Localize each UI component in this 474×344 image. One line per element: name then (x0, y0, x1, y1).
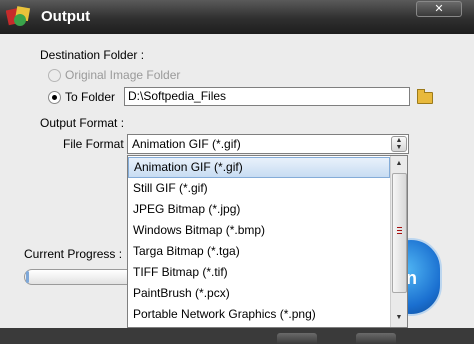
grip-icon (397, 233, 402, 234)
original-folder-radio[interactable] (48, 69, 61, 82)
format-option[interactable]: JPEG Bitmap (*.jpg) (128, 199, 390, 220)
scroll-up-icon[interactable]: ▲ (392, 157, 406, 171)
format-option[interactable]: TIFF Bitmap (*.tif) (128, 262, 390, 283)
progress-fill (26, 271, 29, 283)
format-option[interactable]: PaintBrush (*.pcx) (128, 283, 390, 304)
scroll-down-icon[interactable]: ▼ (392, 311, 406, 325)
to-folder-label: To Folder (65, 90, 116, 104)
format-option[interactable]: Still GIF (*.gif) (128, 178, 390, 199)
close-icon: ✕ (434, 3, 444, 15)
chevron-down-icon[interactable]: ▲ ▼ (391, 136, 407, 152)
folder-icon[interactable] (417, 89, 433, 104)
destination-folder-label: Destination Folder : (40, 48, 145, 62)
app-logo-icon (6, 6, 31, 26)
format-option[interactable]: Portable Network Graphics (*.png) (128, 304, 390, 325)
file-format-value: Animation GIF (*.gif) (132, 137, 241, 151)
scrollbar-thumb[interactable] (392, 173, 407, 293)
format-option[interactable]: Windows Bitmap (*.bmp) (128, 220, 390, 241)
current-progress-label: Current Progress : (24, 247, 123, 261)
grip-icon (397, 227, 402, 228)
close-button[interactable]: ✕ (416, 1, 462, 17)
file-format-dropdown-list: Animation GIF (*.gif) Still GIF (*.gif) … (127, 155, 408, 328)
format-option[interactable]: Animation GIF (*.gif) (128, 157, 390, 178)
output-dialog: Output ✕ Destination Folder : Original I… (0, 0, 474, 344)
folder-path-input[interactable]: D:\Softpedia_Files (124, 87, 410, 106)
file-format-select[interactable]: Animation GIF (*.gif) ▲ ▼ (127, 134, 409, 154)
bottom-bar (0, 328, 474, 344)
grip-icon (397, 230, 402, 231)
title-bar: Output ✕ (0, 0, 474, 34)
footer-button[interactable] (356, 333, 396, 344)
output-format-label: Output Format : (40, 116, 125, 130)
dropdown-scrollbar[interactable]: ▲ ▼ (390, 156, 407, 327)
footer-button[interactable] (277, 333, 317, 344)
original-folder-label: Original Image Folder (65, 68, 181, 82)
to-folder-radio[interactable] (48, 91, 61, 104)
file-format-label: File Format (63, 137, 124, 151)
format-option[interactable]: Targa Bitmap (*.tga) (128, 241, 390, 262)
window-title: Output (41, 8, 91, 25)
